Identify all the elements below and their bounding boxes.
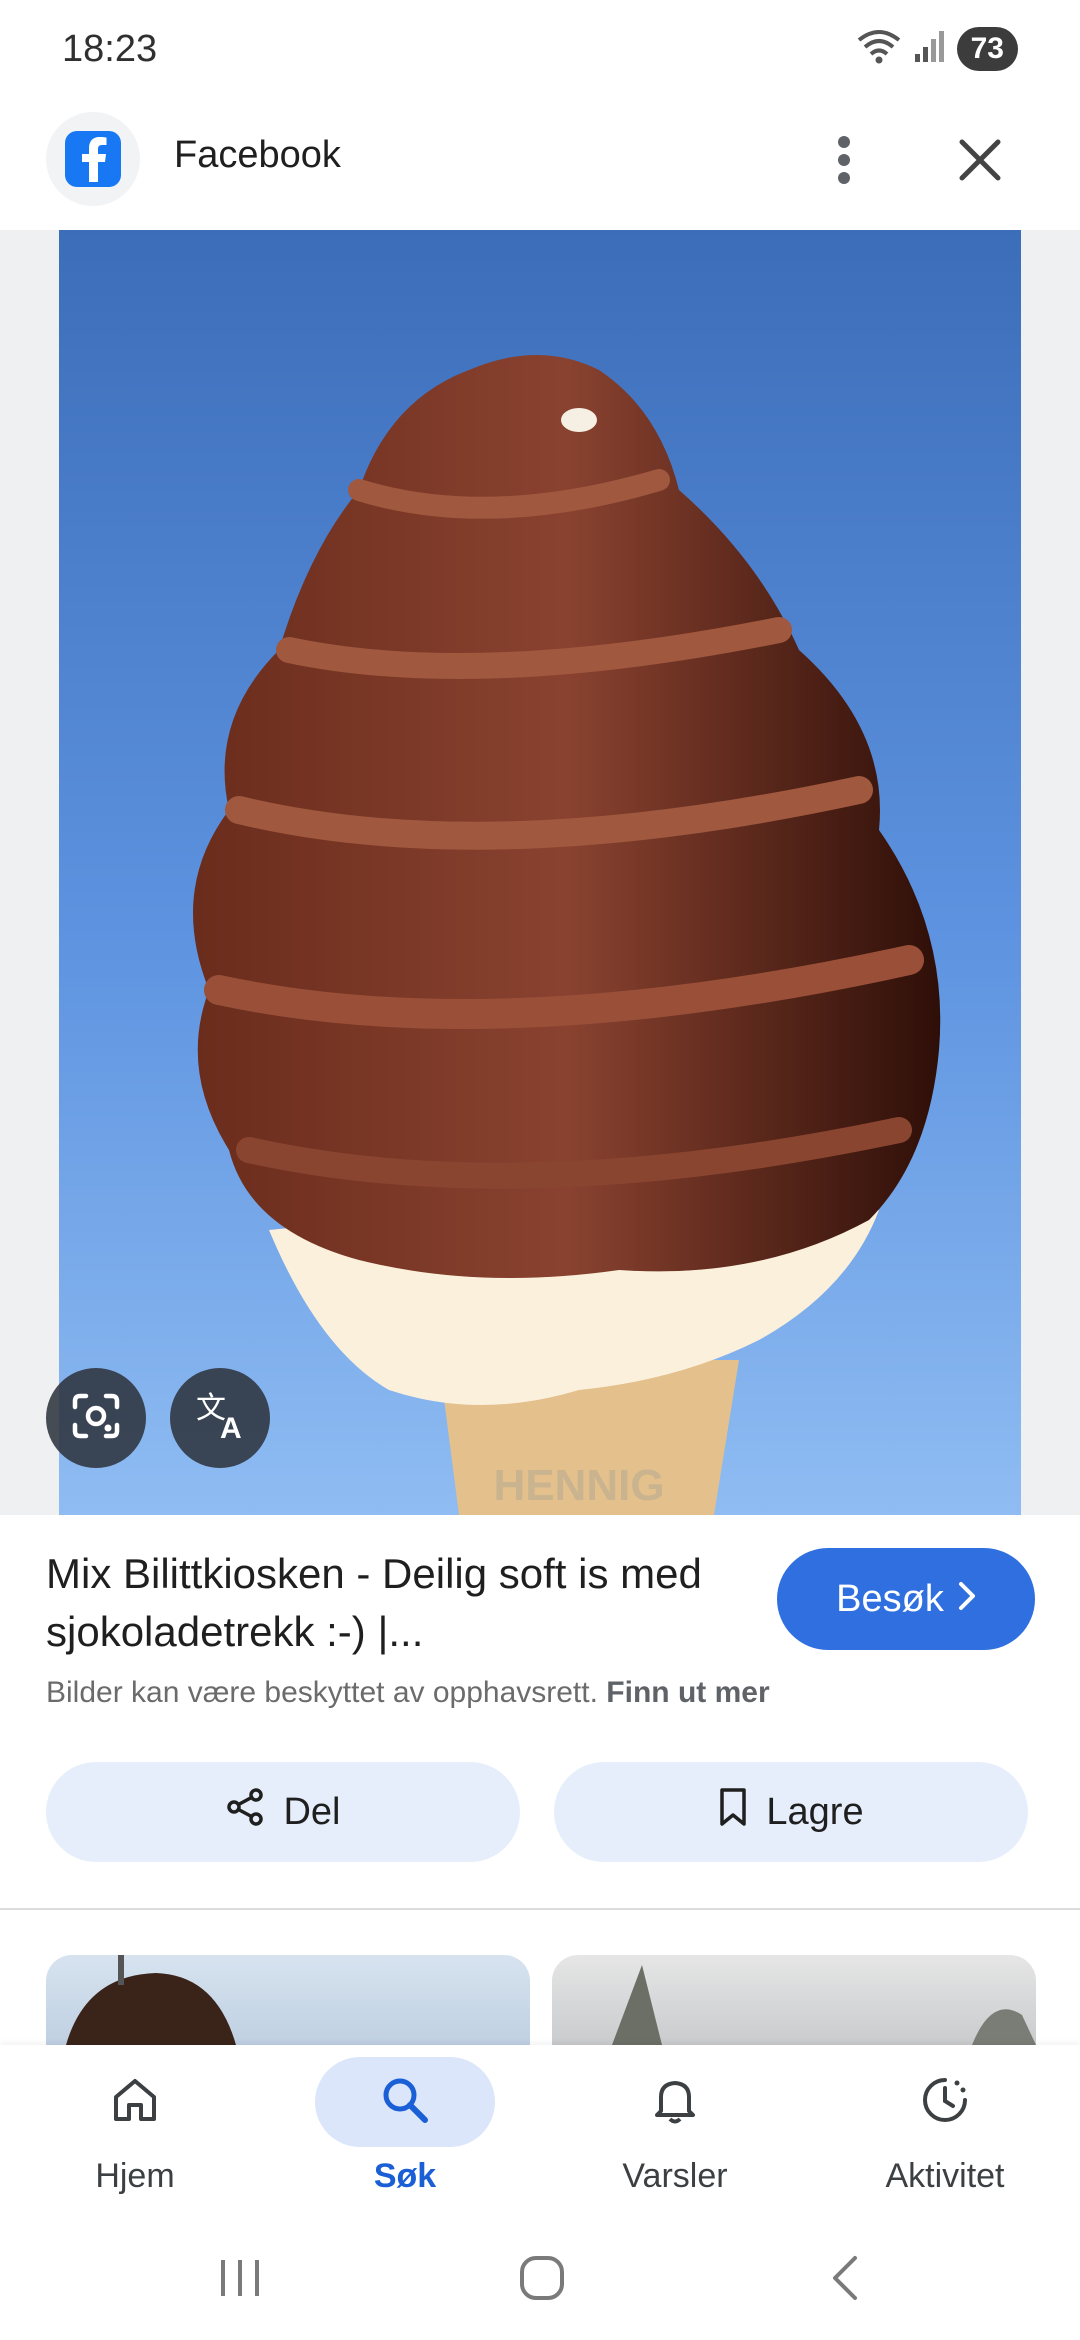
more-vert-icon	[836, 134, 852, 191]
nav-label-notifications: Varsler	[622, 2157, 728, 2195]
battery-icon: 73	[956, 26, 1018, 71]
share-icon	[225, 1787, 265, 1837]
source-title[interactable]: Facebook	[174, 134, 341, 177]
chevron-right-icon	[958, 1578, 976, 1621]
nav-label-activity: Aktivitet	[885, 2157, 1005, 2195]
signal-icon	[913, 28, 947, 69]
system-navigation-bar	[0, 2215, 1080, 2340]
status-bar: 18:23 73	[0, 0, 1080, 100]
more-options-button[interactable]	[816, 126, 872, 198]
save-button[interactable]: Lagre	[554, 1762, 1028, 1862]
cone-wrapper-text: HENNIG	[493, 1461, 664, 1510]
home-system-button[interactable]	[507, 2245, 577, 2315]
result-image[interactable]: HENNIG	[59, 230, 1021, 1515]
copyright-text: Bilder kan være beskyttet av opphavsrett…	[46, 1676, 598, 1709]
related-image[interactable]	[552, 1955, 1036, 2045]
back-icon	[827, 2253, 863, 2308]
nav-item-home[interactable]: Hjem	[0, 2045, 270, 2215]
nav-icon-container	[585, 2057, 765, 2147]
home-circle-icon	[517, 2253, 567, 2308]
status-icons: 73	[855, 26, 1018, 71]
nav-label-search: Søk	[373, 2157, 437, 2195]
back-button[interactable]	[810, 2245, 880, 2315]
activity-icon	[919, 2074, 971, 2131]
nav-item-notifications[interactable]: Varsler	[540, 2045, 810, 2215]
nav-item-search[interactable]: Søk	[270, 2045, 540, 2215]
translate-button[interactable]: 文 A	[170, 1368, 270, 1468]
save-label: Lagre	[766, 1790, 864, 1833]
home-icon	[110, 2075, 160, 2130]
nav-label-home: Hjem	[95, 2157, 175, 2195]
nav-icon-container	[315, 2057, 495, 2147]
visit-label: Besøk	[836, 1577, 944, 1620]
visit-button[interactable]: Besøk	[777, 1548, 1035, 1650]
copyright-notice: Bilder kan være beskyttet av opphavsrett…	[46, 1676, 770, 1710]
related-image[interactable]	[46, 1955, 530, 2045]
lens-icon	[69, 1391, 123, 1446]
top-app-bar: Facebook	[0, 108, 1080, 228]
close-button[interactable]	[948, 126, 1012, 198]
recents-icon	[217, 2256, 263, 2305]
bell-icon	[652, 2075, 698, 2130]
lens-button[interactable]	[46, 1368, 146, 1468]
divider	[0, 1908, 1080, 1910]
share-button[interactable]: Del	[46, 1762, 520, 1862]
image-viewer: HENNIG 文 A	[0, 230, 1080, 1515]
nav-item-activity[interactable]: Aktivitet	[810, 2045, 1080, 2215]
search-icon	[379, 2074, 431, 2131]
bookmark-icon	[718, 1787, 748, 1837]
nav-icon-container	[855, 2057, 1035, 2147]
share-label: Del	[283, 1790, 341, 1833]
svg-text:A: A	[220, 1412, 242, 1444]
translate-icon: 文 A	[192, 1388, 248, 1449]
status-time: 18:23	[62, 28, 158, 70]
wifi-icon	[855, 26, 903, 71]
close-icon	[958, 138, 1002, 187]
recents-button[interactable]	[205, 2245, 275, 2315]
source-logo[interactable]	[46, 112, 140, 206]
nav-icon-container	[45, 2057, 225, 2147]
learn-more-link[interactable]: Finn ut mer	[606, 1676, 769, 1709]
facebook-icon	[65, 131, 121, 187]
result-title[interactable]: Mix Bilittkiosken - Deilig soft is med s…	[46, 1545, 726, 1661]
bottom-navigation: Hjem Søk Varsler Aktivitet	[0, 2045, 1080, 2215]
